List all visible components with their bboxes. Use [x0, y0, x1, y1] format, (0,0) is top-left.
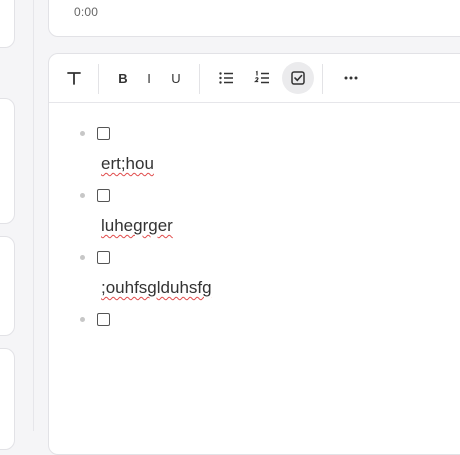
- checklist-button[interactable]: [282, 62, 314, 94]
- checklist-item: [49, 288, 460, 350]
- list-bullet: [80, 317, 85, 322]
- toolbar-separator: [322, 64, 323, 94]
- text-style-button[interactable]: [58, 62, 90, 94]
- underline-button[interactable]: U: [160, 62, 192, 94]
- numbered-list-button[interactable]: [246, 62, 278, 94]
- item-checkbox[interactable]: [97, 127, 110, 140]
- sidebar-card[interactable]: [0, 98, 15, 224]
- sidebar-card[interactable]: [0, 236, 15, 336]
- numbered-list-icon: [254, 70, 269, 84]
- audio-timestamp: 0:00: [74, 5, 99, 19]
- item-checkbox[interactable]: [97, 313, 110, 326]
- bullet-list-icon: [219, 72, 233, 84]
- toolbar-separator: [199, 64, 200, 94]
- more-horizontal-icon: [344, 76, 358, 80]
- item-checkbox[interactable]: [97, 189, 110, 202]
- list-bullet: [80, 131, 85, 136]
- checklist-item: ;ouhfsglduhsfg: [49, 226, 460, 297]
- sidebar-card[interactable]: [0, 348, 15, 450]
- checklist-item: luhegrger: [49, 164, 460, 235]
- list-bullet: [80, 255, 85, 260]
- item-checkbox[interactable]: [97, 251, 110, 264]
- checklist-item: ert;hou: [49, 102, 460, 173]
- formatting-toolbar: B I U: [49, 54, 460, 103]
- more-options-button[interactable]: [335, 62, 367, 94]
- audio-player-card: 0:00: [48, 0, 460, 37]
- toolbar-separator: [98, 64, 99, 94]
- bullet-list-button[interactable]: [210, 62, 242, 94]
- note-editor: B I U ert;hou luhegrger ;ouhfsglduhsfg: [48, 53, 460, 455]
- text-style-icon: [67, 72, 81, 85]
- sidebar-card[interactable]: [0, 0, 15, 48]
- column-divider: [33, 0, 34, 431]
- checkbox-check-icon: [291, 71, 305, 85]
- list-bullet: [80, 193, 85, 198]
